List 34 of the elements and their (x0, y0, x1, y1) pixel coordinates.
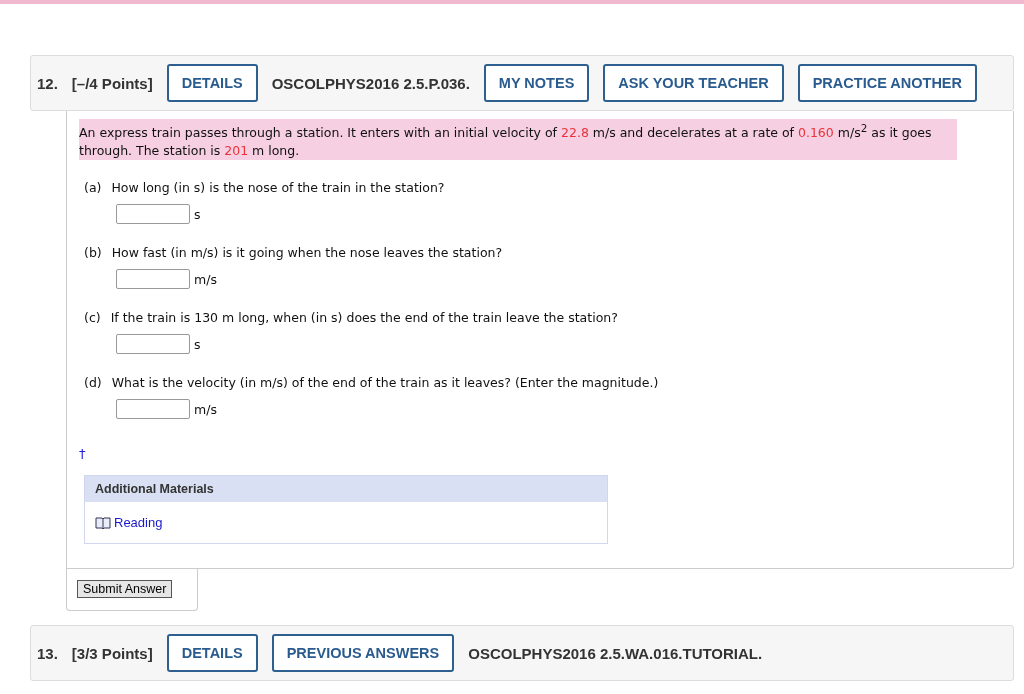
problem-statement: An express train passes through a station. It enters with an initial velocity of 22.8 m/s and decelerates at a rate of 0.160 m/s$^{2}$ as it goes through. The station is 201 m long. (79, 119, 957, 161)
part-label: (b) (84, 245, 102, 261)
points-label: [–/4 Points] (71, 74, 153, 92)
unit-label: s (194, 336, 201, 352)
part-label: (d) (84, 375, 102, 391)
part-question: What is the velocity (in m/s) of the end of the train as it leaves? (Enter the magnitude.) (111, 375, 659, 391)
answer-field[interactable] (116, 399, 190, 420)
header-button[interactable]: PRACTICE ANOTHER (797, 64, 977, 102)
header-button[interactable]: DETAILS (166, 64, 258, 102)
header-button[interactable]: DETAILS (166, 634, 258, 673)
question-number: 13. (37, 644, 58, 662)
header-button[interactable]: PREVIOUS ANSWERS (271, 634, 455, 673)
points-label: [3/3 Points] (71, 644, 153, 662)
problem-code: OSCOLPHYS2016 2.5.P.036. (271, 74, 470, 92)
part-question: How fast (in m/s) is it going when the nose leaves the station? (111, 245, 503, 261)
answer-field[interactable] (116, 204, 190, 225)
dagger-mark: † (79, 446, 87, 462)
part-question: If the train is 130 m long, when (in s) does the end of the train leave the station? (110, 310, 618, 326)
problem-code: OSCOLPHYS2016 2.5.WA.016.TUTORIAL. (468, 644, 763, 662)
header-button[interactable]: ASK YOUR TEACHER (603, 64, 784, 102)
materials-title: Additional Materials (85, 476, 607, 503)
answer-field[interactable] (116, 269, 190, 290)
question-number: 12. (37, 74, 58, 92)
unit-label: m/s (194, 401, 217, 417)
part-question: How long (in s) is the nose of the train in the station? (111, 180, 445, 196)
part-label: (c) (84, 310, 101, 326)
header-button[interactable]: MY NOTES (483, 64, 590, 102)
answer-field[interactable] (116, 334, 190, 355)
reading-link[interactable]: Reading (114, 515, 163, 531)
part-label: (a) (84, 180, 102, 196)
unit-label: s (194, 206, 201, 222)
submit-button[interactable]: Submit Answer (77, 580, 173, 599)
book-icon (95, 516, 111, 530)
unit-label: m/s (194, 271, 217, 287)
